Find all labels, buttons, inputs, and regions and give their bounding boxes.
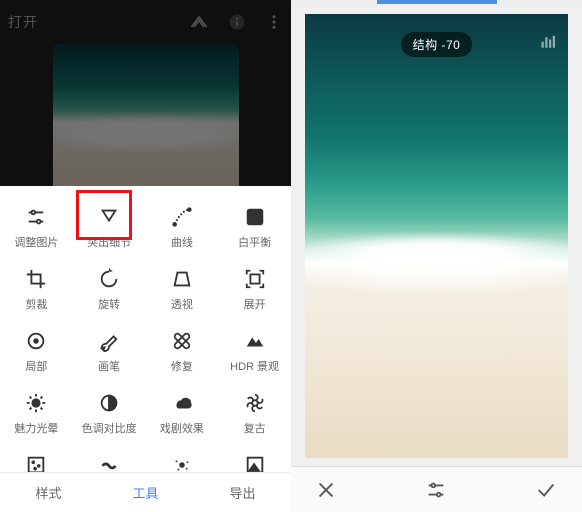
tool-drama[interactable]: 戏剧效果 bbox=[146, 384, 219, 446]
grainy-film-icon bbox=[25, 454, 47, 472]
tab-tools[interactable]: 工具 bbox=[97, 473, 194, 512]
healing-icon bbox=[171, 330, 193, 352]
tool-expand[interactable]: 展开 bbox=[218, 260, 291, 322]
tab-export[interactable]: 导出 bbox=[194, 473, 291, 512]
parameter-pill: 结构 -70 bbox=[401, 32, 473, 57]
crop-icon bbox=[25, 268, 47, 290]
retrolux-icon bbox=[98, 454, 120, 472]
expand-icon bbox=[244, 268, 266, 290]
tool-bw[interactable] bbox=[218, 446, 291, 472]
white-balance-icon: WB bbox=[244, 206, 266, 228]
tool-label: 突出细节 bbox=[87, 234, 131, 250]
editor-top-area: 打开 bbox=[0, 0, 291, 186]
tool-label: 画笔 bbox=[98, 358, 120, 374]
tool-grainy-film[interactable] bbox=[0, 446, 73, 472]
tool-crop[interactable]: 剪裁 bbox=[0, 260, 73, 322]
hdr-icon bbox=[244, 330, 266, 352]
curves-icon bbox=[171, 206, 193, 228]
tool-curves[interactable]: 曲线 bbox=[146, 198, 219, 260]
tool-label: 曲线 bbox=[171, 234, 193, 250]
tool-label: 色调对比度 bbox=[82, 420, 137, 436]
details-triangle-icon bbox=[98, 206, 120, 228]
adjust-button[interactable] bbox=[424, 479, 448, 501]
dim-overlay bbox=[0, 0, 291, 186]
tool-label: 透视 bbox=[171, 296, 193, 312]
tool-glamour-glow[interactable]: 魅力光晕 bbox=[0, 384, 73, 446]
tool-label: 戏剧效果 bbox=[160, 420, 204, 436]
top-loading-bar bbox=[291, 0, 582, 6]
tool-retrolux[interactable] bbox=[73, 446, 146, 472]
tool-grunge[interactable] bbox=[146, 446, 219, 472]
tab-styles[interactable]: 样式 bbox=[0, 473, 97, 512]
rotate-icon bbox=[98, 268, 120, 290]
tool-label: 局部 bbox=[25, 358, 47, 374]
glamour-glow-icon bbox=[25, 392, 47, 414]
left-screenshot: 打开 bbox=[0, 0, 291, 512]
selective-icon bbox=[25, 330, 47, 352]
tool-rotate[interactable]: 旋转 bbox=[73, 260, 146, 322]
tool-label: 调整图片 bbox=[14, 234, 58, 250]
tune-icon bbox=[25, 206, 47, 228]
perspective-icon bbox=[171, 268, 193, 290]
tool-tune-image[interactable]: 调整图片 bbox=[0, 198, 73, 260]
tonal-contrast-icon bbox=[98, 392, 120, 414]
vintage-icon bbox=[244, 392, 266, 414]
tool-selective[interactable]: 局部 bbox=[0, 322, 73, 384]
tool-label: 剪裁 bbox=[25, 296, 47, 312]
tools-grid: 调整图片 突出细节 曲线 WB bbox=[0, 186, 291, 472]
drama-icon bbox=[171, 392, 193, 414]
histogram-icon[interactable] bbox=[540, 34, 558, 48]
cancel-button[interactable] bbox=[315, 479, 337, 501]
editor-action-bar bbox=[291, 466, 582, 512]
tool-details[interactable]: 突出细节 bbox=[73, 198, 146, 260]
tool-hdr[interactable]: HDR 景观 bbox=[218, 322, 291, 384]
brush-icon bbox=[98, 330, 120, 352]
bw-icon bbox=[244, 454, 266, 472]
tool-label: 旋转 bbox=[98, 296, 120, 312]
bottom-tabs: 样式 工具 导出 bbox=[0, 472, 291, 512]
grunge-icon bbox=[171, 454, 193, 472]
tool-label: 魅力光晕 bbox=[14, 420, 58, 436]
tool-label: HDR 景观 bbox=[230, 358, 279, 374]
tool-label: 复古 bbox=[244, 420, 266, 436]
right-screenshot: 结构 -70 bbox=[291, 0, 582, 512]
tool-perspective[interactable]: 透视 bbox=[146, 260, 219, 322]
tool-vintage[interactable]: 复古 bbox=[218, 384, 291, 446]
apply-button[interactable] bbox=[534, 479, 558, 501]
tool-brush[interactable]: 画笔 bbox=[73, 322, 146, 384]
svg-text:W: W bbox=[250, 212, 256, 218]
tool-healing[interactable]: 修复 bbox=[146, 322, 219, 384]
tool-white-balance[interactable]: WB 白平衡 bbox=[218, 198, 291, 260]
editor-canvas[interactable]: 结构 -70 bbox=[305, 14, 568, 458]
tool-label: 修复 bbox=[171, 358, 193, 374]
tool-tonal-contrast[interactable]: 色调对比度 bbox=[73, 384, 146, 446]
tool-label: 展开 bbox=[244, 296, 266, 312]
tool-label: 白平衡 bbox=[238, 234, 271, 250]
svg-text:B: B bbox=[255, 219, 259, 225]
